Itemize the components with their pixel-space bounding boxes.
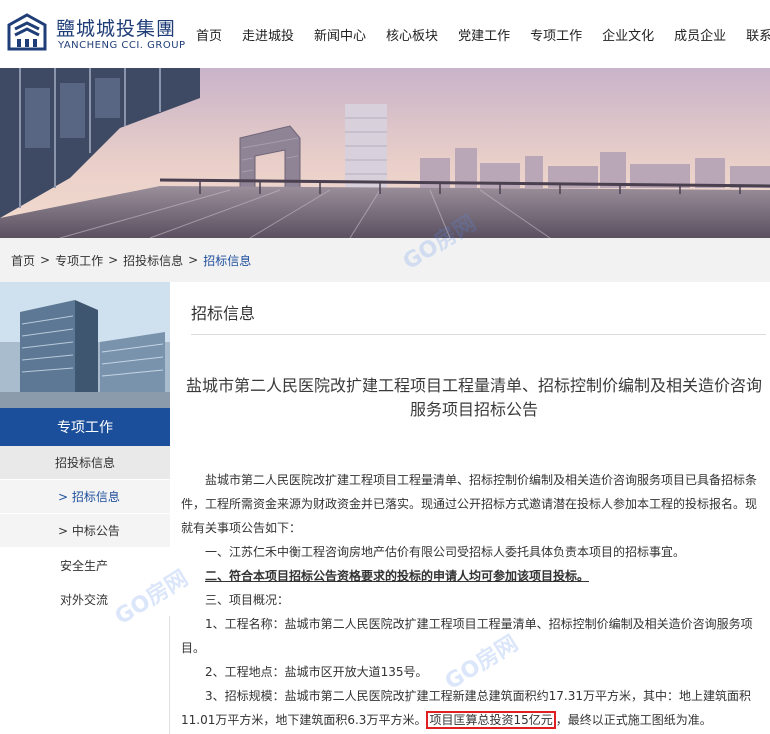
sidebar: 专项工作 招投标信息 > 招标信息 > 中标公告 安全生产 对外交流 [0,282,170,734]
logo-subtext: YANCHENG CCI. GROUP [58,40,186,51]
section-divider [191,334,766,335]
sidebar-menu: 招投标信息 > 招标信息 > 中标公告 安全生产 对外交流 [0,446,170,616]
breadcrumb-special-work[interactable]: 专项工作 [55,252,103,269]
investment-highlight: 项目匡算总投资15亿元 [426,711,556,729]
nav-contact[interactable]: 联系我们 [746,25,770,44]
section-title: 招标信息 [191,304,256,323]
article-sub-1: 1、工程名称：盐城市第二人民医院改扩建工程项目工程量清单、招标控制价编制及相关造… [181,617,753,655]
logo-text: 鹽城城投集團 [56,18,177,40]
article-sub-2: 2、工程地点：盐城市区开放大道135号。 [205,665,428,679]
breadcrumb-separator: > [108,253,119,267]
sidebar-item-bidding-info[interactable]: 招投标信息 [0,446,170,480]
site-header: 鹽城城投集團 YANCHENG CCI. GROUP 首页 走进城投 新闻中心 … [0,0,770,68]
logo-icon [6,12,48,54]
breadcrumb: 首页 > 专项工作 > 招投标信息 > 招标信息 [0,238,770,282]
sidebar-item-exchange[interactable]: 对外交流 [0,582,170,616]
sidebar-title: 专项工作 [0,408,170,446]
breadcrumb-home[interactable]: 首页 [11,252,35,269]
article-title: 盐城市第二人民医院改扩建工程项目工程量清单、招标控制价编制及相关造价咨询服务项目… [185,376,762,419]
sidebar-item-award-notice[interactable]: > 中标公告 [0,514,170,548]
article-item-1: 一、江苏仁禾中衡工程咨询房地产估价有限公司受招标人委托具体负责本项目的招标事宜。 [205,545,686,559]
nav-news[interactable]: 新闻中心 [314,25,366,44]
nav-culture[interactable]: 企业文化 [602,25,654,44]
sidebar-item-tender-info[interactable]: > 招标信息 [0,480,170,514]
article-item-2: 二、符合本项目招标公告资格要求的投标的申请人均可参加该项目投标。 [205,569,590,583]
breadcrumb-separator: > [40,253,51,267]
nav-member-companies[interactable]: 成员企业 [674,25,726,44]
article-sub-3: 3、招标规模：盐城市第二人民医院改扩建工程新建总建筑面积约17.31万平方米，其… [181,684,759,732]
article-intro: 盐城市第二人民医院改扩建工程项目工程量清单、招标控制价编制及相关造价咨询服务项目… [181,473,758,535]
sidebar-item-safety[interactable]: 安全生产 [0,548,170,582]
nav-home[interactable]: 首页 [196,25,222,44]
breadcrumb-separator: > [188,253,199,267]
main-nav: 首页 走进城投 新闻中心 核心板块 党建工作 专项工作 企业文化 成员企业 联系… [196,0,770,68]
nav-special-work[interactable]: 专项工作 [530,25,582,44]
main-content: 招标信息 盐城市第二人民医院改扩建工程项目工程量清单、招标控制价编制及相关造价咨… [171,282,770,734]
article-item-3: 三、项目概况： [205,593,290,607]
sidebar-image [0,282,170,408]
banner-image [0,68,770,238]
nav-party-building[interactable]: 党建工作 [458,25,510,44]
breadcrumb-bidding-info[interactable]: 招投标信息 [123,252,183,269]
article-sub-3-tail: ，最终以正式施工图纸为准。 [555,713,712,727]
nav-about[interactable]: 走进城投 [242,25,294,44]
nav-core-business[interactable]: 核心板块 [386,25,438,44]
article-body: 盐城市第二人民医院改扩建工程项目工程量清单、招标控制价编制及相关造价咨询服务项目… [181,468,759,732]
site-logo[interactable]: 鹽城城投集團 YANCHENG CCI. GROUP [6,10,185,58]
breadcrumb-current[interactable]: 招标信息 [203,252,251,269]
